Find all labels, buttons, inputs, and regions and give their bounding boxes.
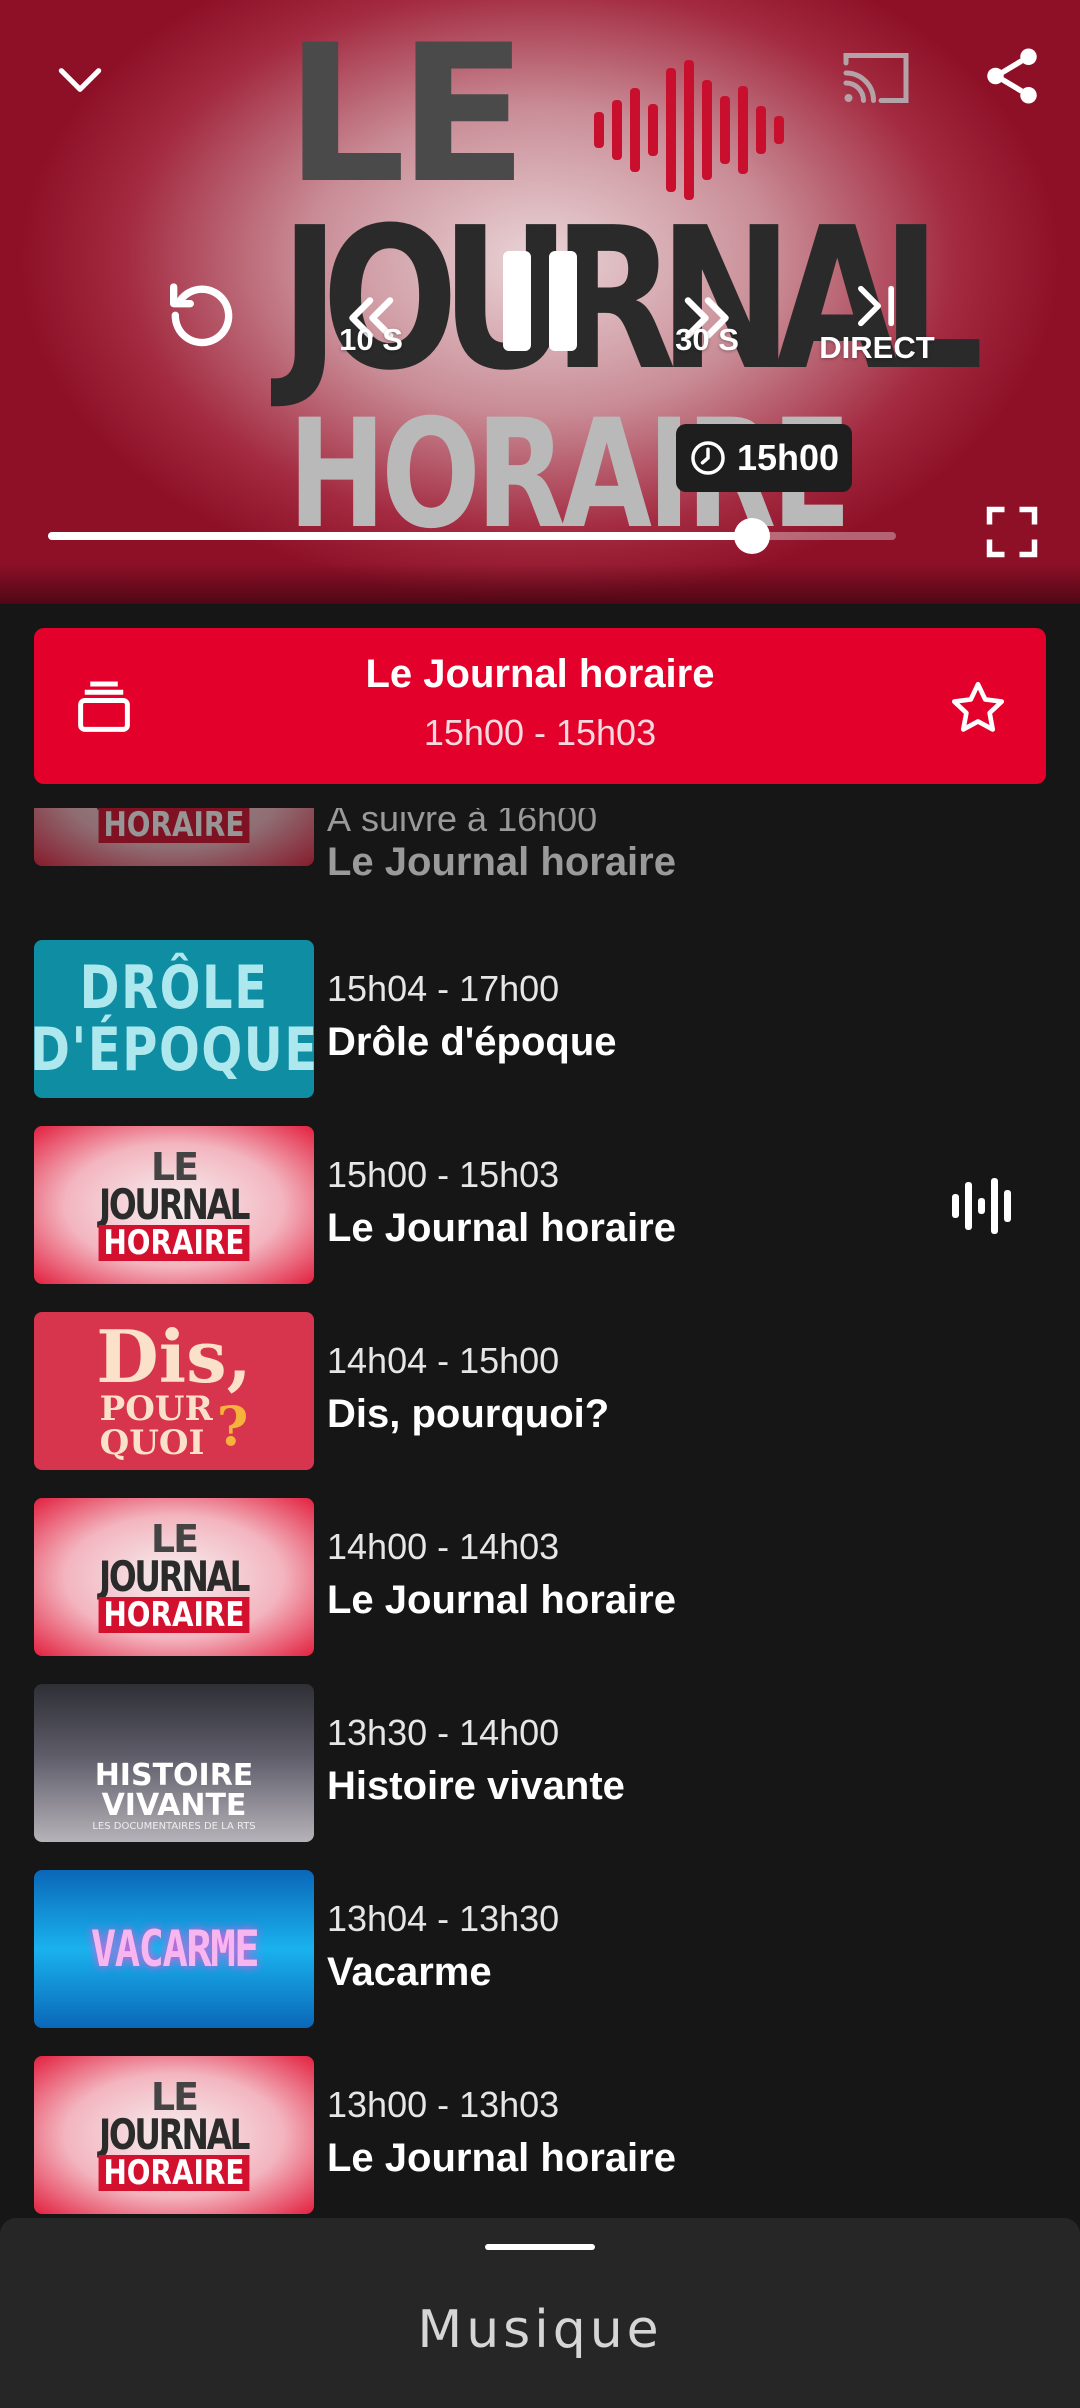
fullscreen-icon <box>986 506 1038 558</box>
artwork-line1: LE <box>285 4 528 225</box>
restart-button[interactable] <box>160 270 244 354</box>
now-playing-time: 15h00 - 15h03 <box>423 712 657 753</box>
row-title: Le Journal horaire <box>327 1206 676 1250</box>
current-time-pill: 15h00 <box>676 424 852 492</box>
thumb-text: HORAIRE <box>98 2155 250 2191</box>
current-time-text: 15h00 <box>736 437 840 478</box>
thumbnail-journal: LE JOURNAL HORAIRE <box>34 1126 314 1284</box>
schedule-row[interactable]: LE JOURNAL HORAIRE À suivre à 16h00 Le J… <box>0 808 1080 884</box>
schedule-list[interactable]: LE JOURNAL HORAIRE À suivre à 16h00 Le J… <box>0 808 1080 2218</box>
thumb-text: Dis, <box>96 1314 252 1399</box>
row-time: 13h00 - 13h03 <box>327 2084 560 2125</box>
thumb-text: DRÔLE <box>79 953 269 1023</box>
thumb-text: JOURNAL <box>99 2110 250 2159</box>
row-title: Histoire vivante <box>327 1764 625 1808</box>
sheet-drag-handle[interactable] <box>485 2244 595 2250</box>
rewind-label: 10 S <box>339 322 403 357</box>
thumb-text: VIVANTE <box>101 1788 247 1823</box>
progress-bar[interactable] <box>48 518 896 554</box>
thumb-text: HISTOIRE <box>94 1758 254 1793</box>
player-header: LE JOURNAL HORAIRE 10 S 30 S DIRECT 15h0… <box>0 0 1080 604</box>
share-icon <box>987 48 1037 104</box>
thumbnail-dis-pourquoi: Dis, POUR QUOI ? <box>34 1312 314 1470</box>
row-time: 14h04 - 15h00 <box>327 1340 560 1381</box>
schedule-row[interactable]: LE JOURNAL HORAIRE 15h00 - 15h03 Le Jour… <box>0 1126 1080 1286</box>
thumb-text: D'ÉPOQUE <box>34 1015 314 1085</box>
row-time: À suivre à 16h00 <box>327 808 598 839</box>
schedule-row[interactable]: DRÔLE D'ÉPOQUE 15h04 - 17h00 Drôle d'épo… <box>0 940 1080 1100</box>
cast-button[interactable] <box>836 38 916 118</box>
thumb-text: LES DOCUMENTAIRES DE LA RTS <box>92 1821 256 1832</box>
row-time: 13h04 - 13h30 <box>327 1898 560 1939</box>
live-button[interactable] <box>836 276 916 336</box>
thumbnail-journal: LE JOURNAL HORAIRE <box>34 2056 314 2214</box>
thumb-text: HORAIRE <box>98 1597 250 1633</box>
row-time: 13h30 - 14h00 <box>327 1712 560 1753</box>
collapse-button[interactable] <box>40 40 120 120</box>
thumbnail-journal: LE JOURNAL HORAIRE <box>34 808 314 866</box>
sheet-label-musique[interactable]: Musique <box>0 2300 1080 2360</box>
thumbnail-vacarme: VACARME <box>34 1870 314 2028</box>
schedule-row[interactable]: Dis, POUR QUOI ? 14h04 - 15h00 Dis, pour… <box>0 1312 1080 1472</box>
thumb-text: HORAIRE <box>98 1225 250 1261</box>
row-time: 15h04 - 17h00 <box>327 968 560 1009</box>
schedule-row[interactable]: HISTOIRE VIVANTE LES DOCUMENTAIRES DE LA… <box>0 1684 1080 1844</box>
progress-fill <box>48 532 752 540</box>
bottom-sheet[interactable]: Musique <box>0 2218 1080 2408</box>
now-playing-title: Le Journal horaire <box>365 652 715 696</box>
cast-icon <box>843 53 909 103</box>
schedule-row[interactable]: VACARME 13h04 - 13h30 Vacarme <box>0 1870 1080 2030</box>
row-title: Le Journal horaire <box>327 2136 676 2180</box>
thumb-text: HORAIRE <box>98 808 250 843</box>
thumb-text: JOURNAL <box>99 1552 250 1601</box>
thumb-text: ? <box>216 1394 249 1458</box>
chevron-down-icon <box>58 68 102 92</box>
thumbnail-drole-d-epoque: DRÔLE D'ÉPOQUE <box>34 940 314 1098</box>
artwork-soundwave <box>594 60 784 200</box>
progress-thumb[interactable] <box>733 518 770 554</box>
clock-icon <box>691 441 725 475</box>
share-button[interactable] <box>970 34 1054 118</box>
thumbnail-histoire-vivante: HISTOIRE VIVANTE LES DOCUMENTAIRES DE LA… <box>34 1684 314 1842</box>
schedule-row[interactable]: LE JOURNAL HORAIRE 14h00 - 14h03 Le Jour… <box>0 1498 1080 1658</box>
star-icon <box>951 681 1005 732</box>
live-label: DIRECT <box>819 330 935 365</box>
forward-label: 30 S <box>675 322 739 357</box>
now-playing-bar[interactable]: Le Journal horaire 15h00 - 15h03 <box>34 628 1046 784</box>
pause-icon <box>503 251 577 351</box>
fullscreen-button[interactable] <box>970 494 1054 570</box>
artwork-line3: HORAIRE <box>288 388 852 562</box>
schedule-row[interactable]: LE JOURNAL HORAIRE 13h00 - 13h03 Le Jour… <box>0 2056 1080 2216</box>
restart-icon <box>170 283 233 347</box>
row-title: Le Journal horaire <box>327 1578 676 1622</box>
thumb-text: QUOI <box>99 1423 205 1463</box>
skip-to-live-icon <box>858 285 894 327</box>
now-playing-waveform-icon <box>952 1178 1011 1234</box>
pause-button[interactable] <box>490 246 590 356</box>
thumb-text: JOURNAL <box>99 1180 250 1229</box>
row-title: Dis, pourquoi? <box>327 1392 610 1436</box>
row-title: Vacarme <box>327 1950 492 1994</box>
row-time: 14h00 - 14h03 <box>327 1526 560 1567</box>
favorite-button[interactable] <box>938 668 1018 748</box>
thumb-text: POUR <box>99 1389 213 1429</box>
thumbnail-journal: LE JOURNAL HORAIRE <box>34 1498 314 1656</box>
row-time: 15h00 - 15h03 <box>327 1154 560 1195</box>
thumb-text: VACARME <box>90 1920 259 1978</box>
row-title: Le Journal horaire <box>327 840 676 884</box>
row-title: Drôle d'époque <box>327 1020 617 1064</box>
